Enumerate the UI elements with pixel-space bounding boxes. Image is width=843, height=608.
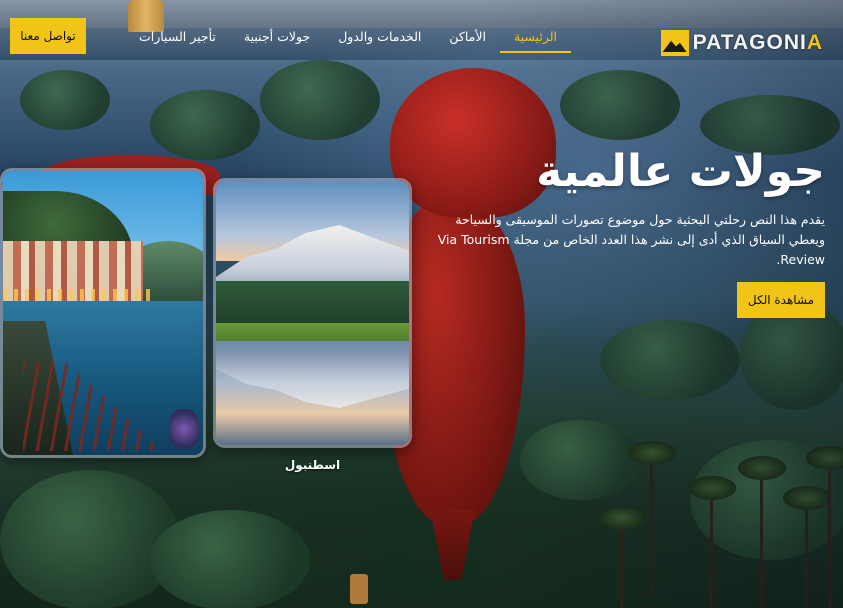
nav-item-services-countries[interactable]: الخدمات والدول [324,29,435,53]
background-tree [260,60,380,140]
logo-text: PATAGONIA [692,31,823,54]
contact-us-button[interactable]: تواصل معنا [10,18,86,54]
nav-item-places[interactable]: الأماكن [435,29,500,53]
view-all-button[interactable]: مشاهدة الكل [737,282,825,318]
card-image [216,181,409,445]
card-image [3,171,203,455]
destination-card-istanbul[interactable] [213,178,412,448]
site-header: PATAGONIA الرئيسية الأماكن الخدمات والدو… [0,0,843,70]
background-tree [150,510,310,608]
hero-section: جولات عالمية يقدم هذا النص رحلتي البحثية… [425,140,825,270]
mountain-logo-icon [660,30,689,56]
nav-item-foreign-tours[interactable]: جولات أجنبية [230,29,324,53]
nav-item-car-rental[interactable]: تأجير السيارات [125,29,230,53]
main-nav: الرئيسية الأماكن الخدمات والدول جولات أج… [125,29,571,53]
nav-item-home[interactable]: الرئيسية [499,29,571,53]
background-tree [20,70,110,130]
hero-description: يقدم هذا النص رحلتي البحثية حول موضوع تص… [437,212,825,267]
card-caption-istanbul: اسطنبول [284,458,341,472]
balloon-basket [350,574,368,604]
site-logo[interactable]: PATAGONIA [627,28,823,58]
destination-card-lakeside-town[interactable] [0,168,206,458]
background-tree [0,470,180,608]
background-tree [150,90,260,160]
hero-title: جولات عالمية [536,146,825,197]
